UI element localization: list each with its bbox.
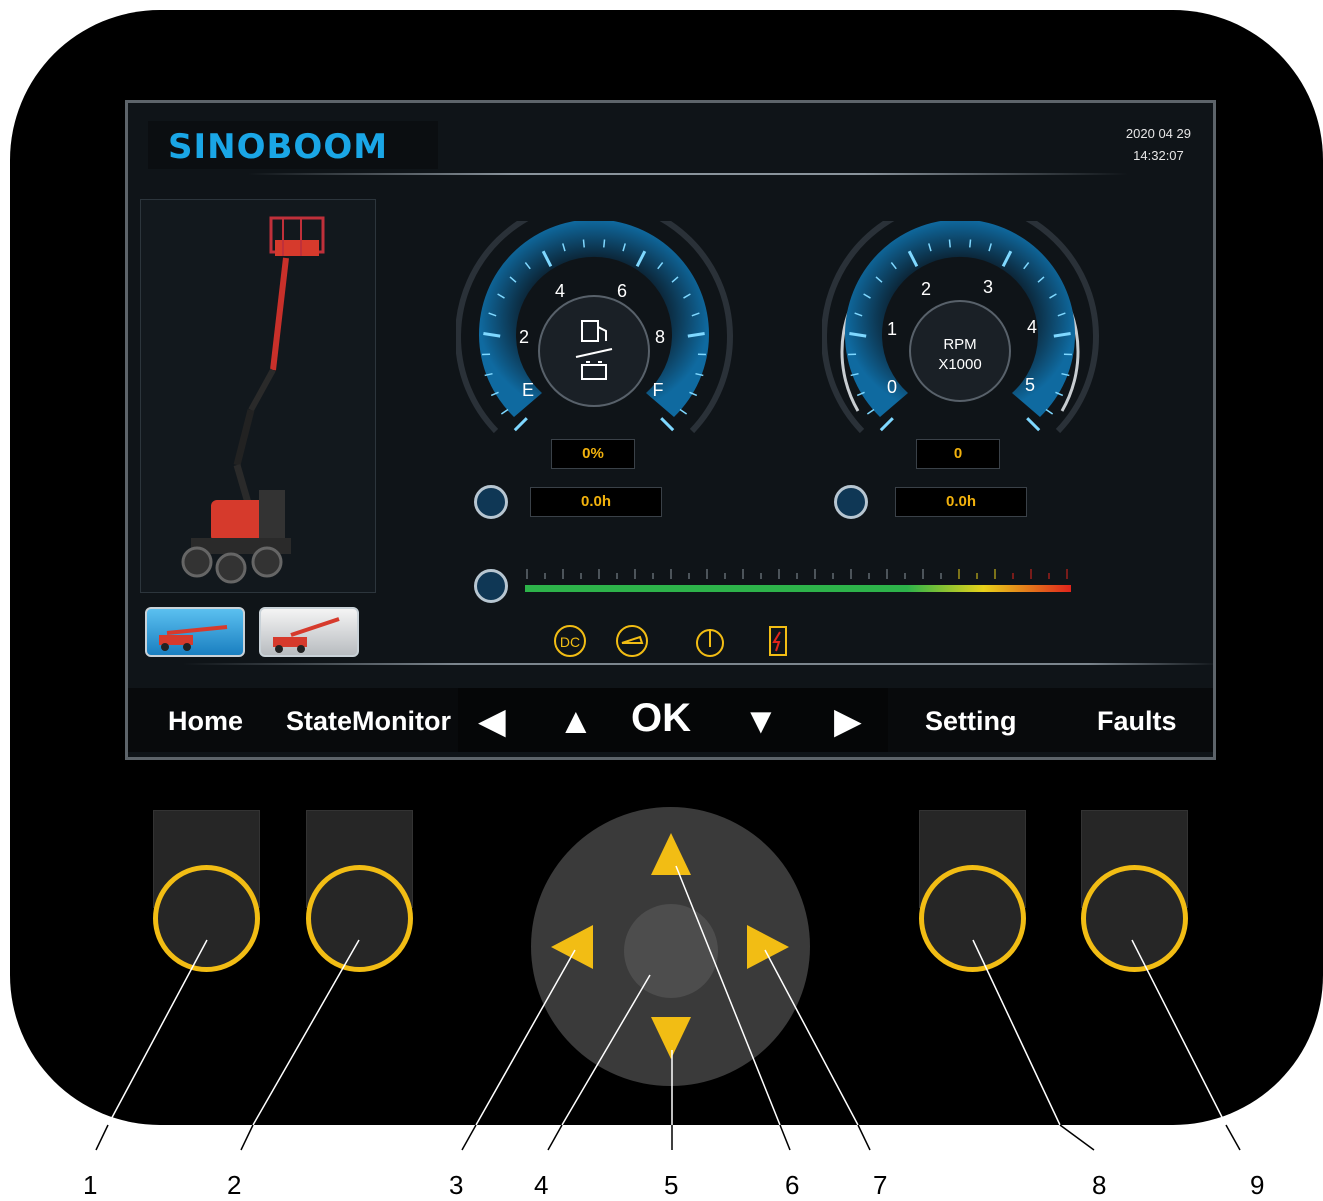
callout-2: 2: [227, 1170, 241, 1201]
callout-lines: [0, 0, 1323, 1198]
callout-4: 4: [534, 1170, 548, 1201]
callout-1: 1: [83, 1170, 97, 1201]
callout-6: 6: [785, 1170, 799, 1201]
callout-7: 7: [873, 1170, 887, 1201]
callout-9: 9: [1250, 1170, 1264, 1201]
callout-5: 5: [664, 1170, 678, 1201]
callout-8: 8: [1092, 1170, 1106, 1201]
callout-3: 3: [449, 1170, 463, 1201]
